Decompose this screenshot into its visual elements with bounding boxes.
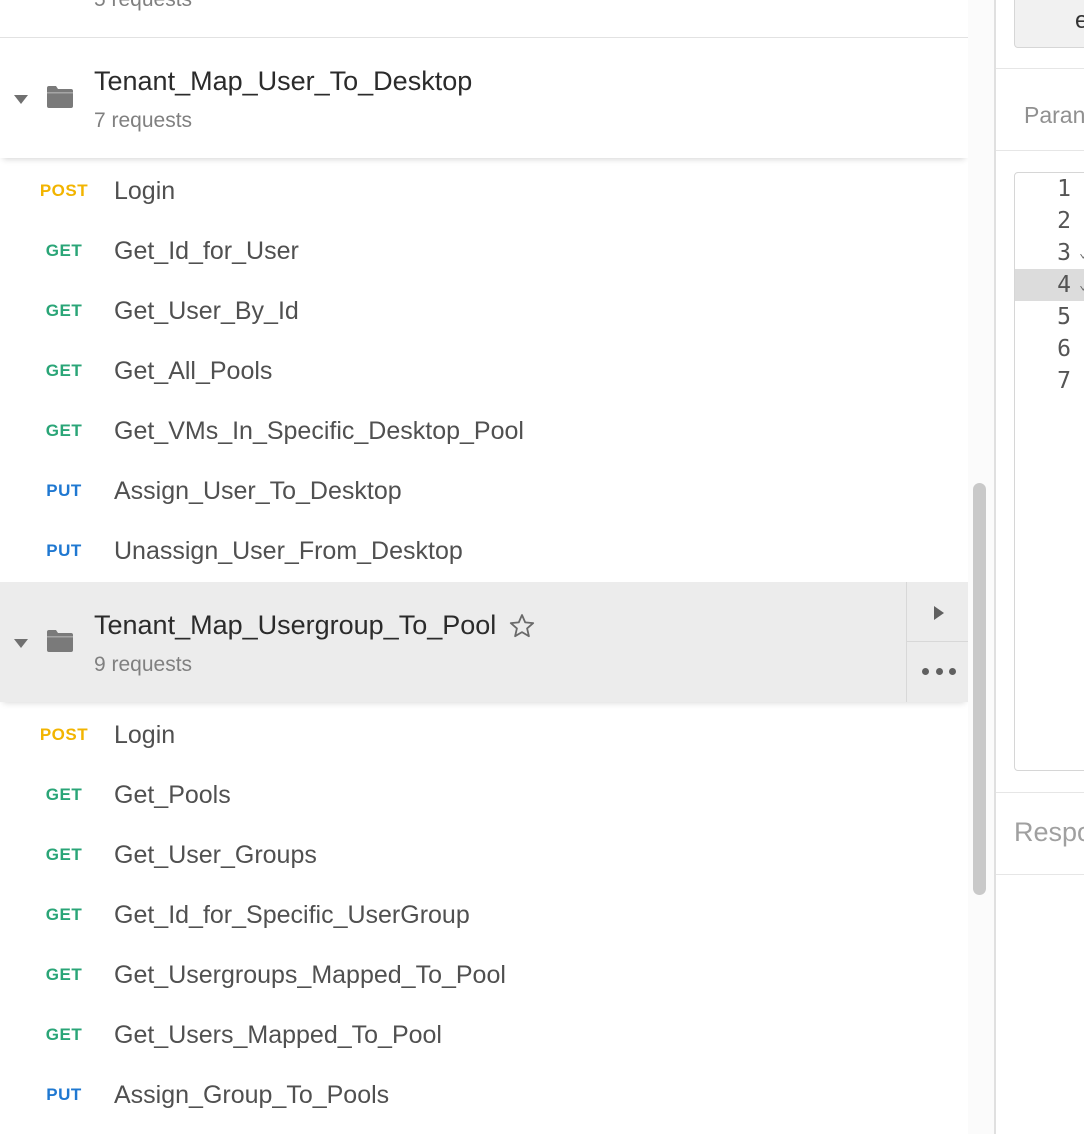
- request-name: Login: [114, 177, 176, 205]
- method-badge: GET: [45, 241, 83, 260]
- caret-down-icon[interactable]: [14, 639, 28, 648]
- request-name: Get_All_Pools: [114, 357, 273, 385]
- line-number: 1: [1057, 176, 1071, 202]
- actions-divider: [907, 641, 968, 642]
- request-editor-pane: e Paran 1 2 3⌄ 4⌄ 5 6 7 Respo: [996, 0, 1084, 1134]
- collection-header[interactable]: Tenant_Map_User_To_Desktop 7 requests: [0, 38, 968, 158]
- method-badge: GET: [45, 1025, 83, 1044]
- request-name: Get_User_By_Id: [114, 297, 299, 325]
- line-number: 3 ⌄: [1015, 237, 1084, 269]
- request-item[interactable]: PUT Assign_Group_To_Pools: [0, 1066, 968, 1126]
- method-badge: GET: [45, 905, 83, 924]
- request-name: Get_VMs_In_Specific_Desktop_Pool: [114, 417, 524, 445]
- method-badge: POST: [39, 181, 89, 200]
- method-badge: GET: [45, 845, 83, 864]
- request-item[interactable]: GET Get_Usergroups_Mapped_To_Pool: [0, 946, 968, 1006]
- fold-chevron-icon[interactable]: ⌄: [1079, 237, 1084, 269]
- request-name: Get_Id_for_Specific_UserGroup: [114, 901, 470, 929]
- request-item[interactable]: GET Get_VMs_In_Specific_Desktop_Pool: [0, 402, 968, 462]
- method-badge: PUT: [46, 481, 82, 500]
- divider: [996, 792, 1084, 793]
- method-badge: PUT: [46, 541, 82, 560]
- request-item[interactable]: GET Get_Pools: [0, 766, 968, 826]
- url-input[interactable]: e: [1014, 0, 1084, 48]
- collection-request-count: 5 requests: [94, 0, 192, 12]
- request-name: Login: [114, 721, 176, 749]
- previous-collection[interactable]: 5 requests: [0, 0, 968, 38]
- request-item[interactable]: POST Login: [0, 162, 968, 222]
- request-item[interactable]: GET Get_User_By_Id: [0, 282, 968, 342]
- play-arrow-icon[interactable]: [934, 606, 944, 620]
- request-name: Get_Id_for_User: [114, 237, 299, 265]
- url-text: e: [1075, 7, 1084, 34]
- method-badge: GET: [45, 301, 83, 320]
- line-number: 2: [1057, 208, 1071, 234]
- line-number-text: 3: [1057, 240, 1071, 266]
- more-dots-icon[interactable]: [922, 668, 956, 676]
- method-badge: GET: [45, 785, 83, 804]
- request-item[interactable]: GET Get_Id_for_User: [0, 222, 968, 282]
- collection-header[interactable]: Tenant_Map_Usergroup_To_Pool 9 requests: [0, 582, 968, 702]
- params-tab[interactable]: Paran: [1024, 102, 1084, 129]
- request-name: Get_Pools: [114, 781, 231, 809]
- request-item[interactable]: POST Login: [0, 706, 968, 766]
- divider: [996, 68, 1084, 69]
- request-name: Get_User_Groups: [114, 841, 317, 869]
- line-number-active: 4 ⌄: [1015, 269, 1084, 301]
- request-item[interactable]: GET Get_Id_for_Specific_UserGroup: [0, 886, 968, 946]
- request-item[interactable]: PUT Unassign_User_From_Desktop: [0, 522, 968, 582]
- request-item[interactable]: PUT Assign_User_To_Desktop: [0, 462, 968, 522]
- method-badge: GET: [45, 965, 83, 984]
- folder-icon: [47, 630, 73, 652]
- divider: [996, 874, 1084, 875]
- line-number: 6: [1057, 336, 1071, 362]
- request-name: Get_Users_Mapped_To_Pool: [114, 1021, 442, 1049]
- star-icon[interactable]: [509, 613, 535, 639]
- divider: [996, 150, 1084, 151]
- line-number: 7: [1057, 368, 1071, 394]
- caret-down-icon[interactable]: [14, 95, 28, 104]
- folder-icon: [47, 86, 73, 108]
- collections-sidebar: 5 requests Tenant_Map_User_To_Desktop 7 …: [0, 0, 968, 1134]
- collection-request-count: 9 requests: [94, 653, 193, 676]
- collection-actions: [906, 582, 968, 702]
- response-section-title: Respo: [1014, 817, 1084, 847]
- request-name: Get_Usergroups_Mapped_To_Pool: [114, 961, 506, 989]
- line-number-text: 4: [1057, 272, 1071, 298]
- request-name: Assign_User_To_Desktop: [114, 477, 402, 505]
- request-item[interactable]: GET Get_All_Pools: [0, 342, 968, 402]
- method-badge: POST: [39, 725, 89, 744]
- request-name: Assign_Group_To_Pools: [114, 1081, 390, 1109]
- method-badge: GET: [45, 361, 83, 380]
- request-name: Unassign_User_From_Desktop: [114, 537, 463, 565]
- request-item[interactable]: GET Get_Users_Mapped_To_Pool: [0, 1006, 968, 1066]
- collection-name: Tenant_Map_Usergroup_To_Pool: [94, 610, 497, 640]
- fold-chevron-icon[interactable]: ⌄: [1079, 269, 1084, 301]
- body-code-editor[interactable]: 1 2 3 ⌄ 4 ⌄ 5 6 7: [1014, 172, 1084, 771]
- line-number: 5: [1057, 304, 1071, 330]
- collection-request-count: 7 requests: [94, 109, 193, 132]
- request-item[interactable]: GET Get_User_Groups: [0, 826, 968, 886]
- method-badge: PUT: [46, 1085, 82, 1104]
- collection-name: Tenant_Map_User_To_Desktop: [94, 66, 473, 96]
- method-badge: GET: [45, 421, 83, 440]
- sidebar-scrollbar-thumb[interactable]: [973, 483, 986, 895]
